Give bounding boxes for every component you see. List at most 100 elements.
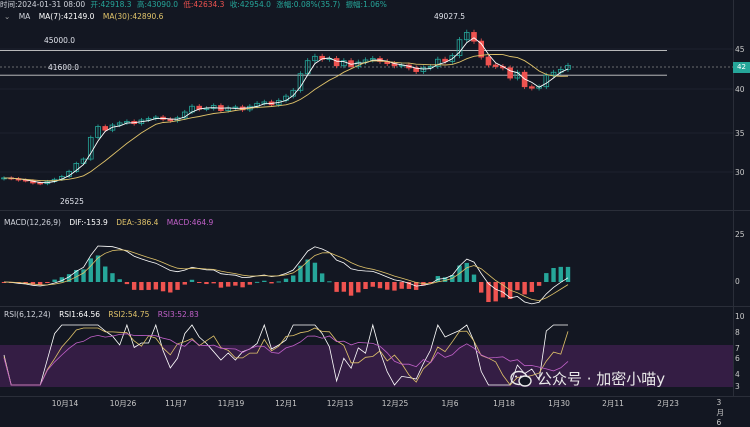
macd-tick: 0 [735,277,740,286]
rsi-tick: 3 [735,382,740,391]
macd-histogram-bar [262,280,267,282]
macd-tick: 25 [735,230,745,239]
macd-histogram-bar [175,282,180,290]
macd-histogram-bar [544,273,549,282]
macd-histogram-bar [479,282,484,293]
macd-histogram-bar [160,282,166,292]
level-45000-label: 45000.0 [44,36,76,45]
price-tick: 35 [735,129,745,138]
rsi2-legend: RSI2:54.75 [108,310,150,319]
macd-histogram-bar [283,278,289,282]
macd-histogram-bar [363,282,368,290]
macd-histogram-bar [471,274,477,282]
time-tick: 11月7 [165,399,187,408]
macd-histogram-bar [52,279,57,282]
macd-axis[interactable]: 25 0 [733,210,750,306]
time-tick: 10月14 [51,399,79,408]
time-tick: 3月6 [716,398,725,427]
macd-histogram-bar [110,273,115,282]
macd-value-legend: MACD:464.9 [166,218,214,227]
macd-histogram-bar [146,282,151,290]
candle-body [471,32,477,42]
macd-histogram-bar [117,279,122,282]
candle-body [37,182,43,185]
rsi-tick: 7 [735,344,740,353]
rsi-tick: 6 [735,354,740,363]
macd-name: MACD(12,26,9) [4,218,61,227]
dif-legend: DIF:-153.9 [69,218,108,227]
time-tick: 12月1 [275,399,297,408]
macd-histogram-bar [88,258,93,282]
macd-histogram-bar [211,282,216,284]
rsi-tick: 8 [735,328,740,337]
rsi-axis[interactable]: 10 8 7 6 4 3 [733,306,750,397]
macd-histogram-bar [348,282,354,296]
macd-histogram-bar [103,266,108,282]
pane-separator [0,210,750,211]
macd-histogram-bar [370,282,375,287]
rsi1-legend: RSI1:64.56 [59,310,101,319]
dea-legend: DEA:-386.4 [116,218,159,227]
candle-body [102,126,109,131]
time-tick: 12月25 [381,399,409,408]
macd-histogram-bar [536,282,542,286]
macd-histogram-bar [168,282,173,293]
time-tick: 12月13 [326,399,354,408]
macd-histogram-bar [276,281,281,283]
time-tick: 2月11 [602,399,624,408]
macd-histogram-bar [153,282,159,290]
macd-histogram-bar [254,281,260,283]
time-tick: 1月18 [493,399,515,408]
time-tick: 2月23 [657,399,679,408]
macd-histogram-bar [327,281,332,283]
macd-histogram-bar [493,282,498,302]
level-41600-label: 41600.0 [48,63,80,72]
macd-histogram-bar [515,282,520,291]
macd-histogram-bar [551,268,556,282]
macd-histogram-bar [197,282,202,283]
time-axis[interactable]: 10月14 10月26 11月7 11月19 12月1 12月13 12月25 … [0,397,733,427]
rsi3-legend: RSI3:52.83 [157,310,199,319]
macd-histogram-bar [291,275,296,282]
macd-histogram-bar [392,282,397,291]
rsi-legend[interactable]: RSI(6,12,24) RSI1:64.56 RSI2:54.75 RSI3:… [4,310,205,320]
candle-body [333,58,340,67]
macd-histogram-bar [204,282,209,285]
ma30-line [3,54,569,182]
macd-histogram-bar [131,282,137,290]
macd-histogram-bar [399,282,404,289]
time-tick: 1月30 [548,399,570,408]
macd-histogram-bar [218,282,224,288]
macd-histogram-bar [319,273,325,282]
current-price-tag: 42 [733,62,750,73]
rsi-tick: 4 [735,370,740,379]
macd-legend[interactable]: MACD(12,26,9) DIF:-153.9 DEA:-386.4 MACD… [4,218,219,228]
macd-histogram-bar [240,282,245,288]
macd-histogram-bar [464,262,469,282]
macd-histogram-bar [522,282,527,295]
macd-histogram-bar [124,282,130,285]
time-tick: 10月26 [109,399,137,408]
macd-histogram-bar [312,262,318,282]
price-tick: 30 [735,168,745,177]
macd-histogram-bar [334,282,339,292]
low-marker-label: 26525 [60,197,84,206]
macd-histogram-bar [225,282,231,287]
macd-histogram-bar [269,282,274,284]
ma7-line [3,37,569,184]
macd-histogram-bar [182,282,187,285]
candlestick-chart[interactable] [0,0,750,408]
macd-histogram-bar [356,282,361,293]
time-tick: 11月19 [217,399,245,408]
macd-histogram-bar [247,282,253,285]
candle-body [492,64,499,67]
price-axis[interactable]: 45 40 35 30 [733,0,750,210]
macd-histogram-bar [565,266,571,282]
rsi-name: RSI(6,12,24) [4,310,51,319]
macd-histogram-bar [45,282,50,283]
macd-histogram-bar [341,282,347,292]
macd-histogram-bar [233,282,238,286]
price-tick: 45 [735,45,745,54]
watermark-text: 公众号 · 加密小喵y [537,370,666,388]
wechat-icon [510,370,532,387]
